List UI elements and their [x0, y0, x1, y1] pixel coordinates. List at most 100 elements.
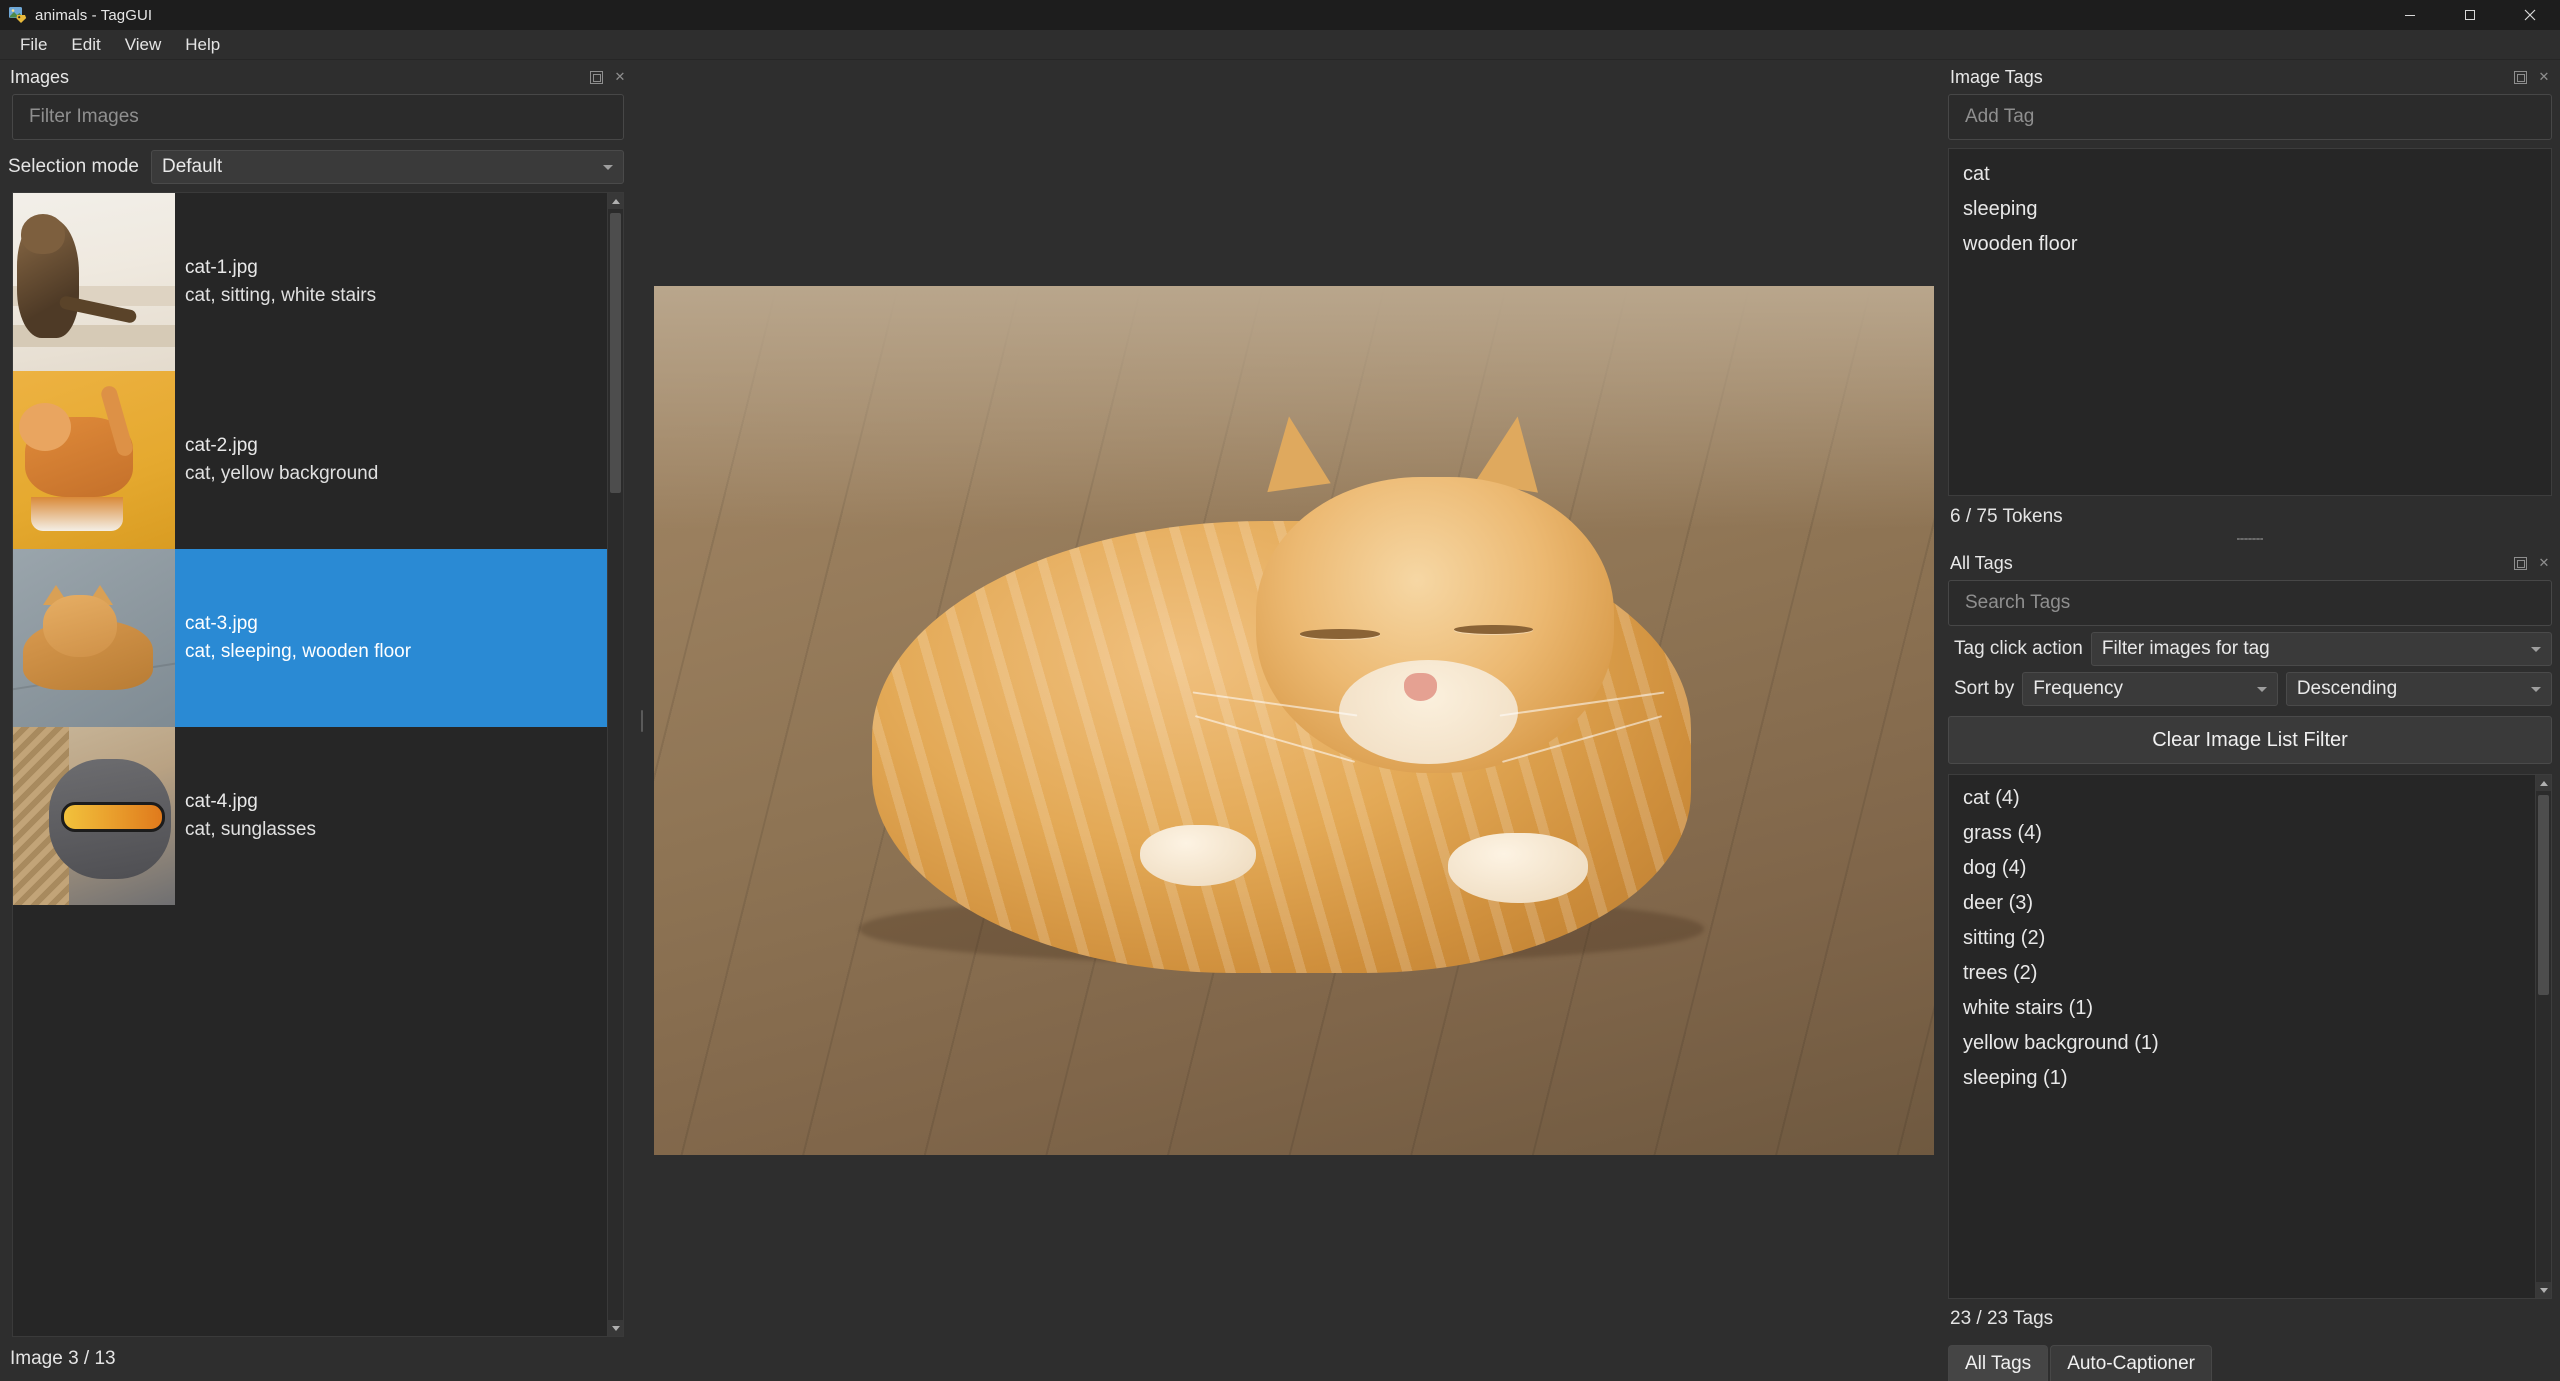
scroll-down-arrow-icon[interactable] — [2536, 1282, 2551, 1298]
sort-order-dropdown[interactable]: Descending — [2285, 672, 2553, 706]
image-index-status: Image 3 / 13 — [10, 1348, 116, 1369]
image-list-item-cat-1[interactable]: cat-1.jpg cat, sitting, white stairs — [13, 193, 607, 371]
thumbnail — [13, 549, 175, 727]
chevron-down-icon — [2531, 646, 2541, 652]
window-title: animals - TagGUI — [35, 6, 153, 24]
images-panel-header: Images ✕ — [0, 60, 636, 94]
selection-mode-value: Default — [161, 156, 223, 177]
tag-count-status: 23 / 23 Tags — [1950, 1308, 2054, 1329]
image-tag-item[interactable]: cat — [1949, 157, 2551, 192]
image-tag-item[interactable]: sleeping — [1949, 192, 2551, 227]
all-tags-item[interactable]: trees (2) — [1949, 956, 2535, 991]
minimize-button[interactable] — [2380, 0, 2440, 30]
menu-edit[interactable]: Edit — [59, 32, 112, 58]
tag-click-action-label: Tag click action — [1954, 638, 2083, 659]
image-tag-icon — [9, 6, 27, 24]
title-bar: animals - TagGUI — [0, 0, 2560, 30]
menu-view[interactable]: View — [113, 32, 174, 58]
image-file-name: cat-3.jpg — [185, 613, 258, 635]
bottom-tab-bar: All Tags Auto-Captioner — [1940, 1339, 2560, 1381]
close-icon[interactable]: ✕ — [2536, 69, 2552, 85]
all-tags-scrollbar[interactable] — [2535, 775, 2551, 1298]
chevron-down-icon — [2256, 686, 2267, 692]
image-list-item-cat-4[interactable]: cat-4.jpg cat, sunglasses — [13, 727, 607, 905]
add-tag-wrap: Add Tag — [1940, 94, 2560, 140]
row-meta: cat-3.jpg cat, sleeping, wooden floor — [175, 549, 411, 727]
all-tags-item[interactable]: grass (4) — [1949, 816, 2535, 851]
search-tags-wrap: Search Tags — [1940, 580, 2560, 626]
all-tags-item[interactable]: yellow background (1) — [1949, 1026, 2535, 1061]
image-list-item-cat-2[interactable]: cat-2.jpg cat, yellow background — [13, 371, 607, 549]
scroll-up-arrow-icon[interactable] — [2536, 775, 2551, 791]
all-tags-item[interactable]: sitting (2) — [1949, 921, 2535, 956]
images-panel-title: Images — [10, 66, 70, 87]
search-tags-input[interactable]: Search Tags — [1948, 580, 2552, 626]
tag-click-action-value: Filter images for tag — [2101, 638, 2270, 659]
image-list-item-cat-3[interactable]: cat-3.jpg cat, sleeping, wooden floor — [13, 549, 607, 727]
image-tags-preview: cat, sitting, white stairs — [185, 285, 377, 306]
image-list[interactable]: cat-1.jpg cat, sitting, white stairs cat… — [13, 193, 607, 1336]
sort-by-label: Sort by — [1954, 678, 2015, 699]
all-tags-panel-header: All Tags ✕ — [1940, 546, 2560, 580]
menu-file[interactable]: File — [8, 32, 59, 58]
main-body: Images ✕ Filter Images Selection mode De… — [0, 60, 2560, 1381]
all-tags-list[interactable]: cat (4) grass (4) dog (4) deer (3) sitti… — [1949, 775, 2535, 1298]
clear-image-list-filter-button[interactable]: Clear Image List Filter — [1948, 716, 2552, 764]
chevron-down-icon — [603, 164, 613, 170]
splitter-grip — [2237, 538, 2263, 540]
token-count-status: 6 / 75 Tokens — [1950, 506, 2063, 527]
image-tags-preview: cat, yellow background — [185, 463, 379, 484]
row-meta: cat-2.jpg cat, yellow background — [175, 371, 378, 549]
menu-bar: File Edit View Help — [0, 30, 2560, 60]
image-list-wrap: cat-1.jpg cat, sitting, white stairs cat… — [12, 192, 624, 1337]
filter-images-input[interactable]: Filter Images — [12, 94, 624, 140]
sort-by-row: Sort by Frequency Descending — [1940, 666, 2560, 706]
all-tags-item[interactable]: white stairs (1) — [1949, 991, 2535, 1026]
left-splitter[interactable] — [636, 60, 648, 1381]
all-tags-item[interactable]: cat (4) — [1949, 781, 2535, 816]
menu-help[interactable]: Help — [173, 32, 232, 58]
thumbnail — [13, 727, 175, 905]
window-controls — [2380, 0, 2560, 30]
close-button[interactable] — [2500, 0, 2560, 30]
right-dock: Image Tags ✕ Add Tag cat sleeping wooden… — [1940, 60, 2560, 1381]
close-icon[interactable]: ✕ — [2536, 555, 2552, 571]
row-meta: cat-4.jpg cat, sunglasses — [175, 727, 316, 905]
all-tags-item[interactable]: sleeping (1) — [1949, 1061, 2535, 1096]
image-tags-panel-header: Image Tags ✕ — [1940, 60, 2560, 94]
all-tags-panel-title: All Tags — [1950, 552, 2013, 573]
float-icon[interactable] — [588, 69, 604, 85]
float-icon[interactable] — [2512, 69, 2528, 85]
image-tag-item[interactable]: wooden floor — [1949, 227, 2551, 262]
image-tags-preview: cat, sleeping, wooden floor — [185, 641, 412, 662]
maximize-button[interactable] — [2440, 0, 2500, 30]
image-list-scrollbar[interactable] — [607, 193, 623, 1336]
scrollbar-thumb[interactable] — [610, 213, 621, 493]
thumbnail — [13, 371, 175, 549]
selection-mode-label: Selection mode — [8, 156, 139, 177]
scroll-up-arrow-icon[interactable] — [608, 193, 623, 209]
tab-all-tags[interactable]: All Tags — [1948, 1345, 2049, 1381]
scroll-down-arrow-icon[interactable] — [608, 1320, 623, 1336]
sort-order-value: Descending — [2296, 678, 2398, 699]
splitter-grip — [641, 709, 643, 732]
image-tags-panel-title: Image Tags — [1950, 66, 2043, 87]
filter-images-wrap: Filter Images — [0, 94, 636, 140]
thumbnail — [13, 193, 175, 371]
tag-click-action-dropdown[interactable]: Filter images for tag — [2090, 632, 2552, 666]
sort-by-dropdown[interactable]: Frequency — [2022, 672, 2278, 706]
all-tags-list-wrap: cat (4) grass (4) dog (4) deer (3) sitti… — [1948, 774, 2552, 1299]
tag-click-action-row: Tag click action Filter images for tag — [1940, 626, 2560, 666]
close-icon[interactable]: ✕ — [612, 69, 628, 85]
current-image — [654, 286, 1934, 1155]
image-file-name: cat-1.jpg — [185, 257, 258, 279]
image-tags-list[interactable]: cat sleeping wooden floor — [1948, 148, 2552, 496]
right-dock-splitter[interactable] — [1940, 532, 2560, 546]
selection-mode-dropdown[interactable]: Default — [150, 150, 624, 184]
image-viewer[interactable] — [648, 60, 1940, 1381]
tab-auto-captioner[interactable]: Auto-Captioner — [2050, 1345, 2212, 1381]
all-tags-item[interactable]: deer (3) — [1949, 886, 2535, 921]
add-tag-input[interactable]: Add Tag — [1948, 94, 2552, 140]
float-icon[interactable] — [2512, 555, 2528, 571]
all-tags-item[interactable]: dog (4) — [1949, 851, 2535, 886]
